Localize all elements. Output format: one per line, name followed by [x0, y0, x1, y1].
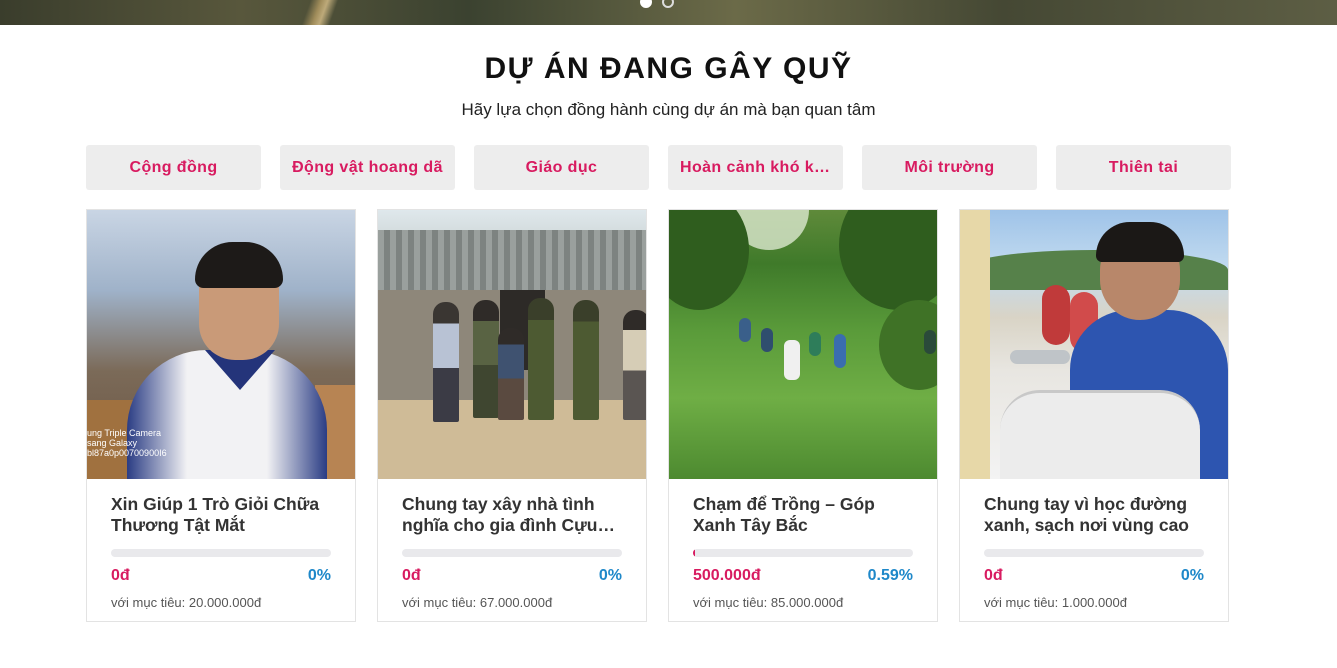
- tab-label: Động vật hoang dã: [292, 158, 443, 176]
- progress-bar: [984, 549, 1204, 557]
- image-watermark: ung Triple Camera sang Galaxy bl87a0p007…: [87, 428, 167, 458]
- project-image[interactable]: [378, 210, 646, 479]
- progress-bar: [402, 549, 622, 557]
- raised-amount: 0đ: [984, 567, 1003, 584]
- image-tree: [839, 210, 937, 310]
- image-tree: [669, 210, 749, 310]
- project-card[interactable]: Chung tay xây nhà tình nghĩa cho gia đìn…: [377, 209, 647, 622]
- tab-dong-vat-hoang-da[interactable]: Động vật hoang dã: [280, 145, 455, 190]
- section-subtitle: Hãy lựa chọn đồng hành cùng dự án mà bạn…: [461, 100, 876, 119]
- image-student-hair: [195, 242, 283, 288]
- project-card[interactable]: ung Triple Camera sang Galaxy bl87a0p007…: [86, 209, 356, 622]
- image-hills: [960, 250, 1228, 290]
- section-title: DỰ ÁN ĐANG GÂY QUỸ: [484, 52, 853, 85]
- tab-giao-duc[interactable]: Giáo dục: [474, 145, 649, 190]
- progress-fill: [693, 549, 695, 557]
- goal-amount: với mục tiêu: 67.000.000đ: [402, 595, 553, 610]
- project-title[interactable]: Chạm để Trồng – Góp Xanh Tây Bắc: [693, 494, 913, 536]
- progress-percent: 0.59%: [867, 567, 913, 584]
- project-card[interactable]: Chạm để Trồng – Góp Xanh Tây Bắc 500.000…: [668, 209, 938, 622]
- image-pillar: [960, 210, 990, 479]
- image-person: [433, 302, 459, 422]
- tab-label: Hoàn cảnh khó khăn: [680, 158, 831, 176]
- progress-bar: [693, 549, 913, 557]
- image-hiker: [924, 330, 936, 354]
- tab-thien-tai[interactable]: Thiên tai: [1056, 145, 1231, 190]
- image-person: [498, 328, 524, 420]
- tab-label: Môi trường: [904, 158, 995, 176]
- project-title[interactable]: Chung tay xây nhà tình nghĩa cho gia đìn…: [402, 494, 622, 536]
- progress-percent: 0%: [598, 567, 622, 584]
- image-faucet: [1010, 350, 1070, 364]
- progress-percent: 0%: [307, 567, 331, 584]
- project-image[interactable]: [960, 210, 1228, 479]
- image-roof: [378, 230, 646, 290]
- goal-amount: với mục tiêu: 85.000.000đ: [693, 595, 844, 610]
- tab-hoan-canh-kho-khan[interactable]: Hoàn cảnh khó khăn: [668, 145, 843, 190]
- tab-label: Cộng đồng: [129, 158, 218, 176]
- image-child: [1042, 285, 1070, 345]
- raised-amount: 500.000đ: [693, 567, 761, 584]
- image-hiker: [809, 332, 821, 356]
- image-person: [573, 300, 599, 420]
- image-person: [473, 300, 499, 418]
- tab-label: Giáo dục: [525, 158, 598, 176]
- project-list: ung Triple Camera sang Galaxy bl87a0p007…: [86, 209, 1229, 622]
- image-hiker: [784, 340, 800, 380]
- hero-banner-image: [0, 0, 1337, 25]
- project-title[interactable]: Chung tay vì học đường xanh, sạch nơi vù…: [984, 494, 1204, 536]
- category-tabs: Cộng đồng Động vật hoang dã Giáo dục Hoà…: [86, 145, 1231, 190]
- image-sink: [1000, 390, 1200, 479]
- project-title[interactable]: Xin Giúp 1 Trò Giỏi Chữa Thương Tật Mắt: [111, 494, 331, 536]
- image-person: [528, 298, 554, 420]
- image-boy-hair: [1096, 222, 1184, 262]
- project-image[interactable]: [669, 210, 937, 479]
- image-person: [623, 310, 646, 420]
- image-hiker: [739, 318, 751, 342]
- raised-amount: 0đ: [111, 567, 130, 584]
- raised-amount: 0đ: [402, 567, 421, 584]
- project-card[interactable]: Chung tay vì học đường xanh, sạch nơi vù…: [959, 209, 1229, 622]
- image-hiker: [761, 328, 773, 352]
- progress-bar: [111, 549, 331, 557]
- carousel-dot-2[interactable]: [662, 0, 674, 8]
- image-hiker: [834, 334, 846, 368]
- banner-image-detail: [290, 0, 350, 25]
- tab-cong-dong[interactable]: Cộng đồng: [86, 145, 261, 190]
- tab-label: Thiên tai: [1108, 158, 1179, 176]
- carousel-dots: [640, 0, 674, 8]
- goal-amount: với mục tiêu: 1.000.000đ: [984, 595, 1127, 610]
- tab-moi-truong[interactable]: Môi trường: [862, 145, 1037, 190]
- project-image[interactable]: ung Triple Camera sang Galaxy bl87a0p007…: [87, 210, 355, 479]
- carousel-dot-1[interactable]: [640, 0, 652, 8]
- progress-percent: 0%: [1180, 567, 1204, 584]
- goal-amount: với mục tiêu: 20.000.000đ: [111, 595, 262, 610]
